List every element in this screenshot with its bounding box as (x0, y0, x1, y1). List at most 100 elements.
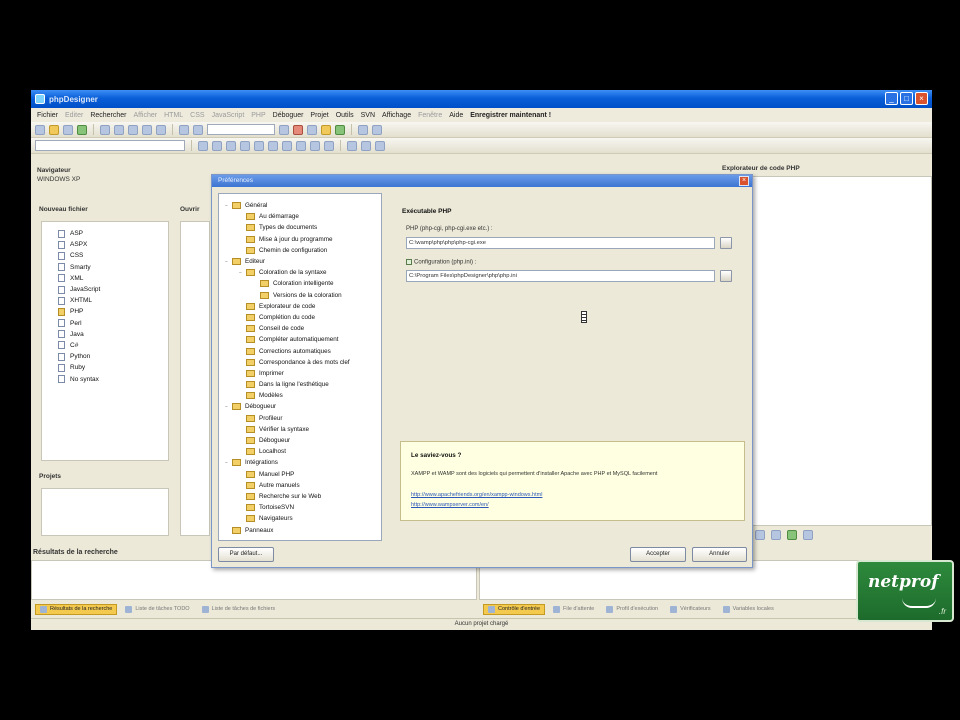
minimize-icon[interactable]: _ (885, 92, 898, 105)
comment-icon[interactable] (347, 140, 357, 151)
tree-node[interactable]: Mise à jour du programme (225, 234, 381, 245)
tree-node[interactable]: Panneaux (225, 524, 381, 535)
menu-item[interactable]: Rechercher (90, 112, 126, 119)
tree-node[interactable]: TortoiseSVN (225, 502, 381, 513)
tree-node[interactable]: Autre manuels (225, 480, 381, 491)
project-selector[interactable] (35, 140, 185, 151)
align-center-icon[interactable] (254, 140, 264, 151)
bookmark-icon[interactable] (279, 124, 289, 135)
tree-node[interactable]: Imprimer (225, 368, 381, 379)
browser-icon[interactable] (335, 124, 345, 135)
bottom-tab[interactable]: File d'attente (549, 605, 598, 614)
new-file-icon[interactable] (35, 124, 45, 135)
align-left-icon[interactable] (240, 140, 250, 151)
tree-node[interactable]: − Général (225, 200, 381, 211)
menu-item[interactable]: Editer (65, 112, 83, 119)
tree-node[interactable]: Coloration intelligente (225, 278, 381, 289)
refresh-icon[interactable] (755, 530, 765, 540)
tree-node[interactable]: Compléter automatiquement (225, 334, 381, 345)
tree-node[interactable]: Navigateurs (225, 513, 381, 524)
undo-icon[interactable] (142, 124, 152, 135)
cut-icon[interactable] (100, 124, 110, 135)
tree-node[interactable]: Profileur (225, 413, 381, 424)
menu-item[interactable]: SVN (361, 112, 375, 119)
tree-node[interactable]: − Intégrations (225, 457, 381, 468)
run-icon[interactable] (307, 124, 317, 135)
tree-node[interactable]: − Débogueur (225, 401, 381, 412)
copy-icon[interactable] (114, 124, 124, 135)
tree-node[interactable]: Explorateur de code (225, 301, 381, 312)
tree-node[interactable]: Au démarrage (225, 211, 381, 222)
expand-icon[interactable] (803, 530, 813, 540)
menu-item[interactable]: Déboguer (273, 112, 304, 119)
php-browse-button[interactable] (720, 237, 732, 249)
new-file-item[interactable]: CSS (58, 250, 168, 261)
tree-node[interactable]: Conseil de code (225, 323, 381, 334)
tree-node[interactable]: Dans la ligne l'esthétique (225, 379, 381, 390)
menu-item[interactable]: PHP (251, 112, 265, 119)
indent-icon[interactable] (361, 140, 371, 151)
default-button[interactable]: Par défaut... (218, 547, 274, 562)
menu-item[interactable]: Enregistrer maintenant ! (470, 112, 551, 119)
menu-item[interactable]: Projet (310, 112, 328, 119)
list-icon[interactable] (282, 140, 292, 151)
new-file-item[interactable]: PHP (58, 306, 168, 317)
new-file-item[interactable]: C# (58, 340, 168, 351)
menu-item[interactable]: Fenêtre (418, 112, 442, 119)
new-file-item[interactable]: Python (58, 351, 168, 362)
tree-node[interactable]: Débogueur (225, 435, 381, 446)
xampp-link[interactable]: http://www.apachefriends.org/en/xampp-wi… (411, 492, 542, 498)
save-icon[interactable] (63, 124, 73, 135)
tree-node[interactable]: Corrections automatiques (225, 345, 381, 356)
config-path-input[interactable]: C:\Program Files\phpDesigner\php\php.ini (406, 270, 715, 282)
menu-item[interactable]: HTML (164, 112, 183, 119)
menu-item[interactable]: Aide (449, 112, 463, 119)
tree-node[interactable]: Correspondance à des mots clef (225, 357, 381, 368)
globe-icon[interactable] (77, 124, 87, 135)
redo-icon[interactable] (156, 124, 166, 135)
settings-icon[interactable] (358, 124, 368, 135)
underline-icon[interactable] (226, 140, 236, 151)
new-file-item[interactable]: Smarty (58, 262, 168, 273)
bottom-tab[interactable]: Variables locales (719, 605, 778, 614)
filter-icon[interactable] (787, 530, 797, 540)
maximize-icon[interactable]: □ (900, 92, 913, 105)
bottom-tab[interactable]: Liste de tâches de fichiers (198, 605, 280, 614)
link-icon[interactable] (324, 140, 334, 151)
menu-item[interactable]: Fichier (37, 112, 58, 119)
dialog-close-icon[interactable]: × (739, 176, 749, 186)
close-icon[interactable]: × (915, 92, 928, 105)
bottom-tab[interactable]: Profil d'exécution (602, 605, 662, 614)
tree-node[interactable]: Modèles (225, 390, 381, 401)
new-file-item[interactable]: ASPX (58, 239, 168, 250)
new-file-item[interactable]: No syntax (58, 373, 168, 384)
replace-icon[interactable] (193, 124, 203, 135)
sort-icon[interactable] (771, 530, 781, 540)
outdent-icon[interactable] (375, 140, 385, 151)
table-icon[interactable] (296, 140, 306, 151)
tree-expander-icon[interactable]: − (225, 404, 231, 410)
paste-icon[interactable] (128, 124, 138, 135)
toolbar-search-input[interactable] (207, 124, 275, 135)
tree-expander-icon[interactable]: − (225, 259, 231, 265)
image-icon[interactable] (310, 140, 320, 151)
config-browse-button[interactable] (720, 270, 732, 282)
wamp-link[interactable]: http://www.wampserver.com/en/ (411, 502, 489, 508)
tree-node[interactable]: Vérifier la syntaxe (225, 424, 381, 435)
menu-item[interactable]: Outils (336, 112, 354, 119)
php-executable-input[interactable]: C:\wamp\php\php\php-cgi.exe (406, 237, 715, 249)
help-icon[interactable] (372, 124, 382, 135)
cancel-button[interactable]: Annuler (692, 547, 747, 562)
new-file-item[interactable]: Ruby (58, 362, 168, 373)
tree-node[interactable]: − Editeur (225, 256, 381, 267)
tree-node[interactable]: − Coloration de la syntaxe (225, 267, 381, 278)
bottom-tab[interactable]: Résultats de la recherche (35, 603, 118, 615)
config-checkbox[interactable] (406, 259, 412, 265)
bottom-tab[interactable]: Contrôle d'entrée (483, 603, 546, 615)
open-folder-icon[interactable] (49, 124, 59, 135)
new-file-item[interactable]: ASP (58, 228, 168, 239)
tree-node[interactable]: Localhost (225, 446, 381, 457)
align-right-icon[interactable] (268, 140, 278, 151)
new-file-item[interactable]: Java (58, 329, 168, 340)
bold-icon[interactable] (198, 140, 208, 151)
